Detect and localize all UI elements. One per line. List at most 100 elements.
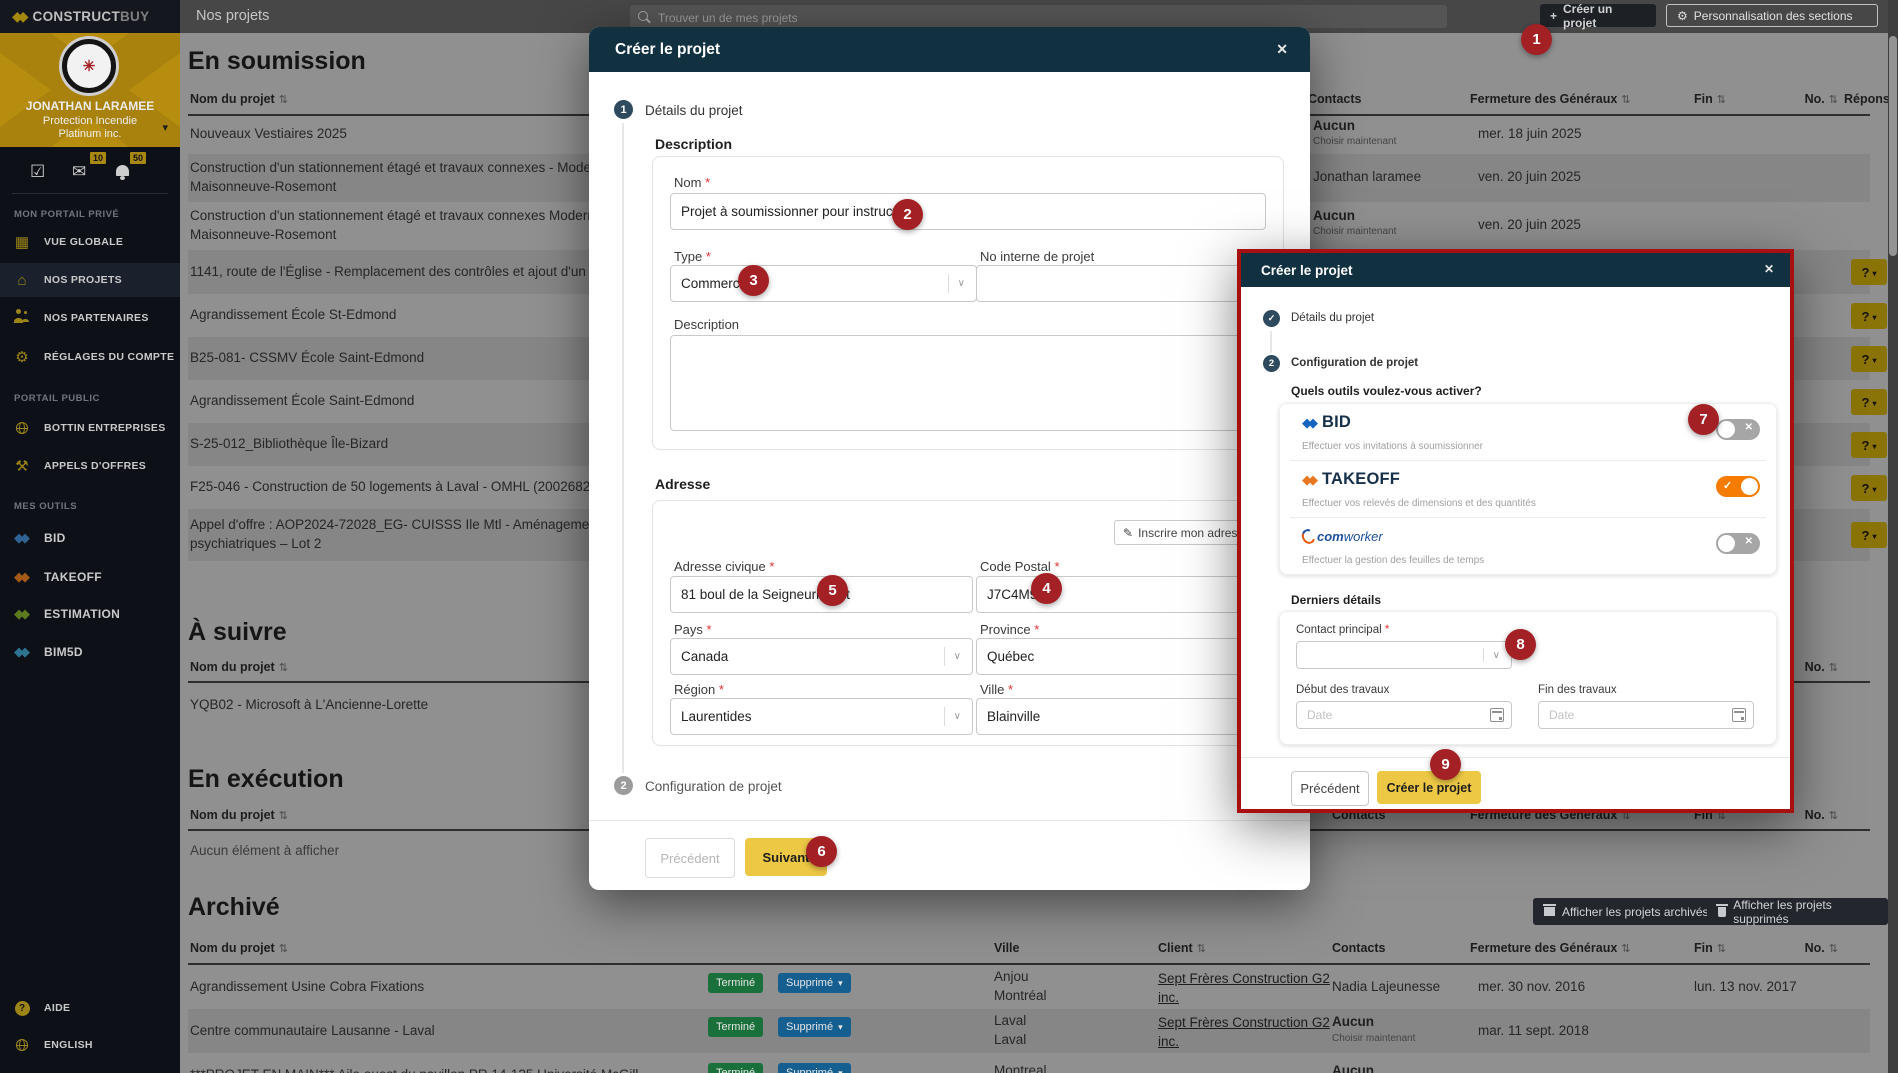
type-select[interactable]: Commercial ∨ <box>670 265 977 302</box>
project-name-line2[interactable]: Maisonneuve-Rosemont <box>190 179 336 194</box>
sidebar-item-bim5d[interactable]: ◆◆ BIM5D <box>0 635 180 669</box>
user-panel[interactable]: ✳ JONATHAN LARAMEE Protection IncendiePl… <box>0 33 180 147</box>
choose-contact-link[interactable]: Choisir maintenant <box>1313 226 1396 237</box>
search-icon <box>638 11 648 21</box>
response-button[interactable]: ?▾ <box>1851 303 1887 329</box>
create-project-submit-button[interactable]: Créer le projet <box>1377 771 1481 804</box>
client-link[interactable]: Sept Frères Construction G2 inc. <box>1158 969 1330 1007</box>
choose-contact-link[interactable]: Choisir maintenant <box>1332 1033 1415 1044</box>
status-badge-supprime[interactable]: Supprimé▾ <box>778 1063 851 1073</box>
sidebar-item-label: BIM5D <box>44 645 83 659</box>
column-header-fin[interactable]: Fin⇅ <box>1694 941 1726 955</box>
pays-select[interactable]: Canada ∨ <box>670 638 973 675</box>
notifications-icon[interactable] <box>116 165 129 176</box>
sidebar-item-vue-globale[interactable]: ▦ VUE GLOBALE <box>0 225 180 259</box>
fin-travaux-date-input[interactable] <box>1538 701 1754 729</box>
sidebar-item-reglages[interactable]: ⚙ RÉGLAGES DU COMPTE <box>0 340 180 374</box>
close-icon[interactable]: ✕ <box>1764 262 1774 276</box>
column-header-fermeture[interactable]: Fermeture des Généraux⇅ <box>1470 941 1631 955</box>
column-header-fermeture[interactable]: Fermeture des Généraux⇅ <box>1470 92 1631 106</box>
project-name-link[interactable]: Nouveaux Vestiaires 2025 <box>190 126 347 141</box>
sidebar-item-estimation[interactable]: ◆◆ ESTIMATION <box>0 597 180 631</box>
fermeture-date: mer. 30 nov. 2016 <box>1478 979 1585 994</box>
project-name-link[interactable]: Centre communautaire Lausanne - Laval <box>190 1023 435 1038</box>
column-header-nom[interactable]: Nom du projet⇅ <box>190 941 288 955</box>
sidebar-item-bottin[interactable]: BOTTIN ENTREPRISES <box>0 411 180 445</box>
show-archived-button[interactable]: Afficher les projets archivés <box>1533 898 1720 925</box>
logo-text-buy: BUY <box>120 9 149 24</box>
table-row[interactable]: ***PROJET EN MAIN*** Aile ouest du pavil… <box>188 1053 1870 1073</box>
people-icon <box>0 314 44 323</box>
response-button[interactable]: ?▾ <box>1851 259 1887 285</box>
create-project-button[interactable]: + Créer un projet <box>1540 4 1656 27</box>
messages-count-badge[interactable]: 10 <box>88 150 108 166</box>
project-name-link[interactable]: S-25-012_Bibliothèque Île-Bizard <box>190 436 388 451</box>
response-button[interactable]: ?▾ <box>1851 522 1887 548</box>
company-caret-icon[interactable]: ▾ <box>162 121 168 134</box>
ville-select[interactable]: Blainville <box>976 698 1266 735</box>
column-header-nom[interactable]: Nom du projet⇅ <box>190 660 288 674</box>
tasks-icon[interactable]: ☑ <box>30 162 45 182</box>
client-link[interactable]: Sept Frères Construction G2 inc. <box>1158 1013 1330 1051</box>
project-name-link[interactable]: B25-081- CSSMV École Saint-Edmond <box>190 350 424 365</box>
bid-toggle-off[interactable]: ✕ <box>1716 419 1760 440</box>
project-name-link[interactable]: Construction d'un stationnement étagé et… <box>190 160 653 175</box>
debut-travaux-date-input[interactable] <box>1296 701 1512 729</box>
scrollbar-thumb[interactable] <box>1889 36 1897 256</box>
region-select[interactable]: Laurentides ∨ <box>670 698 973 735</box>
nom-input[interactable] <box>670 193 1266 230</box>
previous-button[interactable]: Précédent <box>1291 771 1369 806</box>
comworker-toggle-off[interactable]: ✕ <box>1716 533 1760 554</box>
app-logo[interactable]: ◆◆ CONSTRUCTBUY <box>0 0 180 33</box>
response-button[interactable]: ?▾ <box>1851 475 1887 501</box>
column-header-nom[interactable]: Nom du projet⇅ <box>190 808 288 822</box>
status-badge-supprime[interactable]: Supprimé▾ <box>778 973 851 993</box>
code-postal-input[interactable] <box>976 576 1266 613</box>
sidebar-item-nos-projets[interactable]: ⌂ NOS PROJETS <box>0 263 180 297</box>
scrollbar-track[interactable] <box>1888 0 1898 1073</box>
column-header-nom[interactable]: Nom du projet⇅ <box>190 92 288 106</box>
project-name-line2[interactable]: psychiatriques – Lot 2 <box>190 536 321 551</box>
project-name-link[interactable]: Agrandissement École St-Edmond <box>190 307 396 322</box>
project-name-link[interactable]: Agrandissement École Saint-Edmond <box>190 393 414 408</box>
column-header-no[interactable]: No.⇅ <box>1774 92 1838 106</box>
project-name-link[interactable]: Construction d'un stationnement étagé et… <box>190 208 653 223</box>
project-search[interactable] <box>630 5 1447 28</box>
show-deleted-button[interactable]: Afficher les projets supprimés <box>1707 898 1888 925</box>
sidebar-item-english[interactable]: ENGLISH <box>0 1028 180 1062</box>
contact-principal-select[interactable]: ∨ <box>1296 641 1512 669</box>
project-name-link[interactable]: ***PROJET EN MAIN*** Aile ouest du pavil… <box>190 1067 638 1073</box>
response-button[interactable]: ?▾ <box>1851 432 1887 458</box>
project-name-link[interactable]: Agrandissement Usine Cobra Fixations <box>190 979 424 994</box>
province-select[interactable]: Québec <box>976 638 1266 675</box>
ville-value: Blainville <box>977 709 1265 724</box>
avatar[interactable]: ✳ <box>62 39 116 93</box>
customize-sections-button[interactable]: ⚙ Personnalisation des sections <box>1666 4 1878 27</box>
project-name-line2[interactable]: Maisonneuve-Rosemont <box>190 227 336 242</box>
table-row[interactable]: Centre communautaire Lausanne - Laval Te… <box>188 1009 1870 1053</box>
messages-icon[interactable]: ✉ <box>72 162 86 182</box>
column-header-no[interactable]: No.⇅ <box>1774 941 1838 955</box>
column-header-fin[interactable]: Fin⇅ <box>1694 92 1726 106</box>
calendar-icon[interactable] <box>1490 708 1504 722</box>
no-interne-input[interactable] <box>976 265 1266 302</box>
choose-contact-link[interactable]: Choisir maintenant <box>1313 136 1396 147</box>
response-button[interactable]: ?▾ <box>1851 346 1887 372</box>
sidebar-item-nos-partenaires[interactable]: NOS PARTENAIRES <box>0 301 180 335</box>
toggle-x-icon: ✕ <box>1745 536 1753 547</box>
column-header-client[interactable]: Client⇅ <box>1158 941 1206 955</box>
close-icon[interactable]: ✕ <box>1276 41 1288 58</box>
table-row[interactable]: Agrandissement Usine Cobra Fixations Ter… <box>188 965 1870 1009</box>
response-button[interactable]: ?▾ <box>1851 389 1887 415</box>
project-name-link[interactable]: YQB02 - Microsoft à L'Ancienne-Lorette <box>190 697 428 712</box>
takeoff-toggle-on[interactable]: ✓ <box>1716 476 1760 497</box>
description-textarea[interactable] <box>670 335 1266 431</box>
sidebar-item-takeoff[interactable]: ◆◆ TAKEOFF <box>0 560 180 594</box>
notifications-count-badge[interactable]: 50 <box>128 150 148 166</box>
previous-button[interactable]: Précédent <box>645 838 735 878</box>
status-badge-supprime[interactable]: Supprimé▾ <box>778 1017 851 1037</box>
sidebar-item-bid[interactable]: ◆◆ BID <box>0 521 180 555</box>
calendar-icon[interactable] <box>1732 708 1746 722</box>
sidebar-item-aide[interactable]: ? AIDE <box>0 991 180 1025</box>
sidebar-item-appels-offres[interactable]: ⚒ APPELS D'OFFRES <box>0 449 180 483</box>
